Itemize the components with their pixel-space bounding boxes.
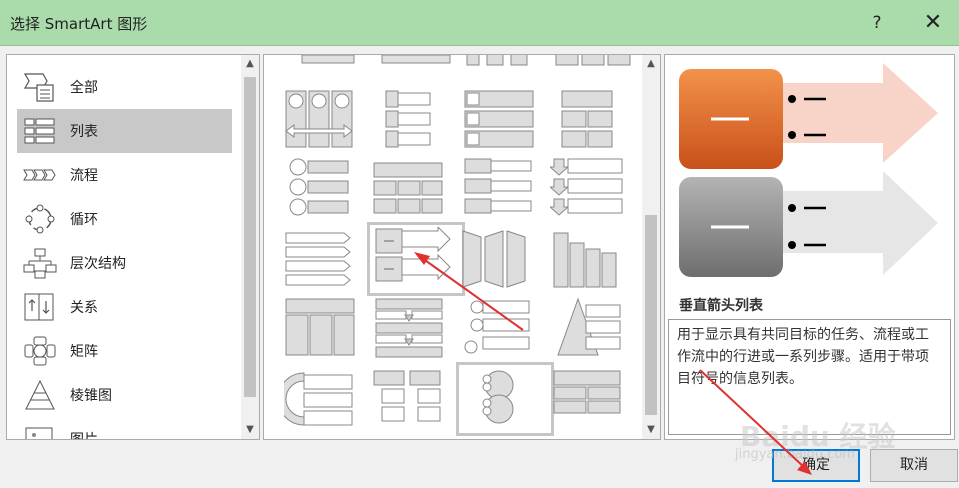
category-item-picture[interactable]: 图片 bbox=[17, 417, 232, 440]
scroll-down-icon[interactable]: ▼ bbox=[241, 421, 259, 439]
layout-thumbnail[interactable] bbox=[550, 227, 638, 291]
layout-thumbnail[interactable] bbox=[284, 155, 372, 219]
relationship-icon bbox=[24, 293, 54, 321]
layout-thumbnail[interactable] bbox=[550, 55, 638, 67]
scroll-thumb[interactable] bbox=[645, 215, 657, 415]
preview-panel: 垂直箭头列表 用于显示具有共同目标的任务、流程或工作流中的行进或一系列步骤。适用… bbox=[664, 54, 955, 440]
category-item-all[interactable]: 全部 bbox=[17, 65, 232, 109]
layout-thumbnail[interactable] bbox=[461, 55, 549, 67]
category-item-matrix[interactable]: 矩阵 bbox=[17, 329, 232, 373]
matrix-icon bbox=[24, 336, 56, 366]
category-item-list[interactable]: 列表 bbox=[17, 109, 232, 153]
category-label: 矩阵 bbox=[70, 344, 98, 360]
category-item-hierarchy[interactable]: 层次结构 bbox=[17, 241, 232, 285]
category-item-process[interactable]: 流程 bbox=[17, 153, 232, 197]
layout-thumbnail-vertical-arrow-list[interactable] bbox=[367, 222, 465, 296]
category-item-cycle[interactable]: 循环 bbox=[17, 197, 232, 241]
pyramid-icon bbox=[25, 379, 55, 410]
layout-thumbnail[interactable] bbox=[372, 297, 460, 361]
layout-thumbnail[interactable] bbox=[456, 362, 554, 436]
layout-thumbnail[interactable] bbox=[284, 297, 372, 361]
scroll-up-icon[interactable]: ▲ bbox=[642, 55, 660, 73]
category-item-pyramid[interactable]: 棱锥图 bbox=[17, 373, 232, 417]
layout-thumbnail[interactable] bbox=[284, 55, 372, 67]
dialog-title: 选择 SmartArt 图形 bbox=[10, 15, 148, 33]
layout-thumbnail[interactable] bbox=[461, 227, 549, 291]
layout-thumbnail[interactable] bbox=[372, 155, 460, 219]
preview-title: 垂直箭头列表 bbox=[679, 298, 763, 314]
cycle-icon bbox=[25, 204, 55, 234]
help-button[interactable]: ? bbox=[863, 9, 891, 37]
title-bar: 选择 SmartArt 图形 ? ✕ bbox=[0, 0, 959, 46]
scroll-thumb[interactable] bbox=[244, 77, 256, 397]
category-scrollbar[interactable]: ▲ ▼ bbox=[241, 55, 259, 439]
category-label: 全部 bbox=[70, 80, 98, 96]
layout-thumbnail[interactable] bbox=[372, 87, 460, 151]
category-label: 列表 bbox=[70, 124, 98, 140]
layout-thumbnail[interactable] bbox=[277, 367, 372, 431]
layout-scrollbar[interactable]: ▲ ▼ bbox=[642, 55, 660, 439]
layout-thumbnail[interactable] bbox=[372, 55, 460, 67]
layout-thumbnail[interactable] bbox=[461, 297, 549, 361]
category-label: 循环 bbox=[70, 212, 98, 228]
layout-thumbnail[interactable] bbox=[284, 87, 372, 151]
layout-thumbnail[interactable] bbox=[372, 367, 460, 431]
layout-gallery: ▲ ▼ bbox=[263, 54, 661, 440]
layout-thumbnail[interactable] bbox=[284, 227, 372, 291]
all-icon bbox=[23, 73, 54, 102]
layout-thumbnail[interactable] bbox=[550, 297, 638, 361]
category-item-relationship[interactable]: 关系 bbox=[17, 285, 232, 329]
picture-icon bbox=[25, 427, 53, 439]
scroll-down-icon[interactable]: ▼ bbox=[642, 421, 660, 439]
list-icon bbox=[24, 118, 55, 144]
layout-thumbnail[interactable] bbox=[461, 87, 549, 151]
layout-thumbnail[interactable] bbox=[550, 87, 638, 151]
category-list: 全部 列表 流程 循环 层次结构 关系 矩阵 棱锥图 图片 ▲ ▼ bbox=[6, 54, 260, 440]
close-button[interactable]: ✕ bbox=[917, 9, 949, 37]
category-label: 流程 bbox=[70, 168, 98, 184]
watermark-url: jingyan.baidu.com bbox=[735, 447, 855, 462]
category-label: 棱锥图 bbox=[70, 388, 112, 404]
scroll-up-icon[interactable]: ▲ bbox=[241, 55, 259, 73]
process-icon bbox=[23, 169, 56, 181]
category-label: 关系 bbox=[70, 300, 98, 316]
category-label: 层次结构 bbox=[70, 256, 126, 272]
layout-thumbnail[interactable] bbox=[550, 367, 638, 431]
layout-thumbnail[interactable] bbox=[548, 155, 638, 219]
category-label: 图片 bbox=[70, 432, 98, 440]
hierarchy-icon bbox=[23, 248, 57, 279]
layout-thumbnail[interactable] bbox=[461, 155, 549, 219]
preview-image bbox=[679, 63, 938, 277]
